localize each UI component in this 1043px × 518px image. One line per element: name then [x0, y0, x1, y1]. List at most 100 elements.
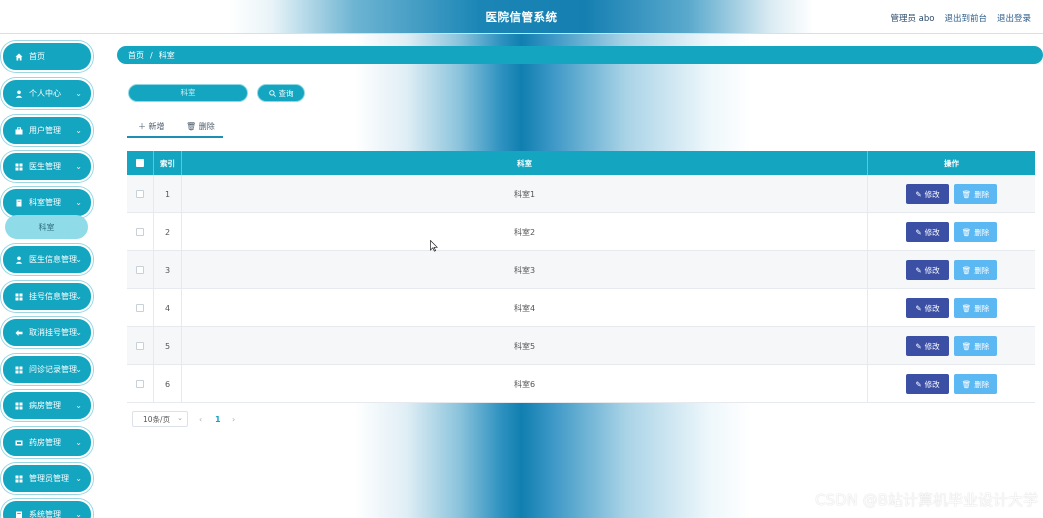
sidebar-item-doctor-info[interactable]: 医生信息管理 ⌄ — [1, 244, 93, 275]
delete-button[interactable]: 🗑 删除 — [954, 336, 997, 356]
delete-button-label: 删除 — [974, 227, 990, 237]
plus-icon: ＋ — [138, 122, 149, 131]
edit-button[interactable]: ✎ 修改 — [906, 222, 949, 242]
page-number-current[interactable]: 1 — [215, 411, 221, 427]
delete-button[interactable]: 🗑 删除 — [954, 222, 997, 242]
edit-button[interactable]: ✎ 修改 — [906, 260, 949, 280]
home-icon — [15, 53, 23, 61]
sidebar-subitem-department[interactable]: 科室 — [5, 215, 88, 239]
row-department: 科室4 — [182, 289, 868, 327]
edit-button[interactable]: ✎ 修改 — [906, 298, 949, 318]
sidebar-item-label: 管理员管理 — [29, 474, 69, 483]
sidebar: 首页 个人中心 ⌄ 用户管理 ⌄ 医生管理 ⌄ 科室管理 ⌄ 科室 医生信息管理… — [0, 38, 100, 518]
trash-icon: 🗑 — [961, 189, 972, 199]
department-search-input[interactable]: 科室 — [128, 84, 248, 102]
sidebar-item-profile[interactable]: 个人中心 ⌄ — [1, 78, 93, 109]
sidebar-item-cancel-registrations[interactable]: 取消挂号管理 ⌄ — [1, 317, 93, 348]
row-select-cell — [127, 365, 154, 403]
row-checkbox[interactable] — [136, 342, 144, 350]
table-row: 2 科室2 ✎ 修改 🗑 删除 — [127, 213, 1035, 251]
row-select-cell — [127, 289, 154, 327]
sidebar-item-departments[interactable]: 科室管理 ⌄ — [1, 187, 93, 218]
add-button[interactable]: ＋ 新增 — [138, 121, 165, 132]
sidebar-item-label: 用户管理 — [29, 126, 61, 135]
edit-button-label: 修改 — [924, 265, 940, 275]
sidebar-item-pharmacy[interactable]: 药房管理 ⌄ — [1, 427, 93, 458]
row-checkbox[interactable] — [136, 190, 144, 198]
chevron-down-icon: ⌄ — [75, 401, 82, 410]
sidebar-item-consultations[interactable]: 问诊记录管理 ⌄ — [1, 354, 93, 385]
sidebar-item-admins[interactable]: 管理员管理 ⌄ — [1, 463, 93, 494]
edit-button[interactable]: ✎ 修改 — [906, 184, 949, 204]
watermark: CSDN @B站计算机毕业设计大学 — [815, 491, 1038, 509]
edit-icon: ✎ — [915, 303, 922, 313]
row-checkbox[interactable] — [136, 380, 144, 388]
trash-icon: 🗑 — [186, 122, 199, 131]
app-title: 医院信管系统 — [485, 10, 558, 24]
chevron-up-icon: ⌄ — [75, 198, 82, 207]
sidebar-item-label: 科室管理 — [29, 198, 61, 207]
current-user-label: 管理员 abo — [890, 14, 935, 24]
chevron-down-icon: ⌄ — [75, 365, 82, 374]
sidebar-item-label: 药房管理 — [29, 438, 61, 447]
delete-button[interactable]: 🗑 删除 — [954, 184, 997, 204]
delete-button-label: 删除 — [198, 122, 215, 131]
grid-icon — [15, 475, 23, 483]
row-select-cell — [127, 213, 154, 251]
sidebar-item-wards[interactable]: 病房管理 ⌄ — [1, 390, 93, 421]
header-index: 索引 — [154, 151, 182, 175]
row-index: 2 — [154, 213, 182, 251]
table-header: 索引 科室 操作 — [127, 151, 1035, 175]
sidebar-item-registrations[interactable]: 挂号信息管理 ⌄ — [1, 281, 93, 312]
grid-icon — [15, 366, 23, 374]
sidebar-item-doctors[interactable]: 医生管理 ⌄ — [1, 151, 93, 182]
sidebar-item-label: 取消挂号管理 — [29, 328, 77, 337]
delete-button[interactable]: 🗑 删除 — [954, 298, 997, 318]
breadcrumb-home[interactable]: 首页 — [128, 50, 144, 61]
building-icon — [15, 199, 23, 207]
row-index: 5 — [154, 327, 182, 365]
table-row: 3 科室3 ✎ 修改 🗑 删除 — [127, 251, 1035, 289]
trash-icon: 🗑 — [961, 227, 972, 237]
delete-button[interactable]: 🗑 删除 — [954, 374, 997, 394]
row-checkbox[interactable] — [136, 266, 144, 274]
page-size-select[interactable]: 10条/页 ⌄ — [132, 411, 188, 427]
edit-icon: ✎ — [915, 227, 922, 237]
row-operations: ✎ 修改 🗑 删除 — [868, 327, 1035, 365]
delete-button[interactable]: 🗑 删除 — [954, 260, 997, 280]
sidebar-item-label: 问诊记录管理 — [29, 365, 77, 374]
trash-icon: 🗑 — [961, 379, 972, 389]
mouse-cursor-icon — [430, 239, 439, 252]
edit-button[interactable]: ✎ 修改 — [906, 336, 949, 356]
batch-delete-button[interactable]: 🗑 删除 — [186, 121, 215, 132]
search-button[interactable]: 查询 — [257, 84, 305, 102]
logout-link[interactable]: 退出登录 — [997, 12, 1031, 24]
sidebar-item-home[interactable]: 首页 — [1, 41, 93, 72]
row-index: 1 — [154, 175, 182, 213]
sidebar-item-users[interactable]: 用户管理 ⌄ — [1, 115, 93, 146]
table-row: 4 科室4 ✎ 修改 🗑 删除 — [127, 289, 1035, 327]
chevron-down-icon: ⌄ — [75, 292, 82, 301]
chevron-down-icon: ⌄ — [75, 510, 82, 518]
edit-icon: ✎ — [915, 189, 922, 199]
breadcrumb: 首页 / 科室 — [117, 46, 1043, 64]
sidebar-item-system[interactable]: 系统管理 ⌄ — [1, 499, 93, 518]
table-row: 6 科室6 ✎ 修改 🗑 删除 — [127, 365, 1035, 403]
table-body: 1 科室1 ✎ 修改 🗑 删除 2 科室2 ✎ 修改 🗑 删除 3 科室3 ✎ 修改 🗑 删除 4 科室4 ✎ 修改 🗑 删除… — [127, 175, 1035, 403]
edit-button-label: 修改 — [924, 227, 940, 237]
prev-page-button[interactable]: ‹ — [199, 411, 202, 427]
row-checkbox[interactable] — [136, 228, 144, 236]
grid-icon — [15, 163, 23, 171]
row-operations: ✎ 修改 🗑 删除 — [868, 175, 1035, 213]
chevron-down-icon: ⌄ — [75, 474, 82, 483]
back-to-front-link[interactable]: 退出到前台 — [944, 12, 987, 24]
sidebar-item-label: 个人中心 — [29, 89, 61, 98]
next-page-button[interactable]: › — [232, 411, 235, 427]
user-icon — [15, 256, 23, 264]
row-checkbox[interactable] — [136, 304, 144, 312]
grid-icon — [15, 293, 23, 301]
sidebar-item-label: 病房管理 — [29, 401, 61, 410]
edit-button[interactable]: ✎ 修改 — [906, 374, 949, 394]
header-operations: 操作 — [944, 158, 959, 168]
select-all-checkbox[interactable] — [136, 159, 144, 167]
